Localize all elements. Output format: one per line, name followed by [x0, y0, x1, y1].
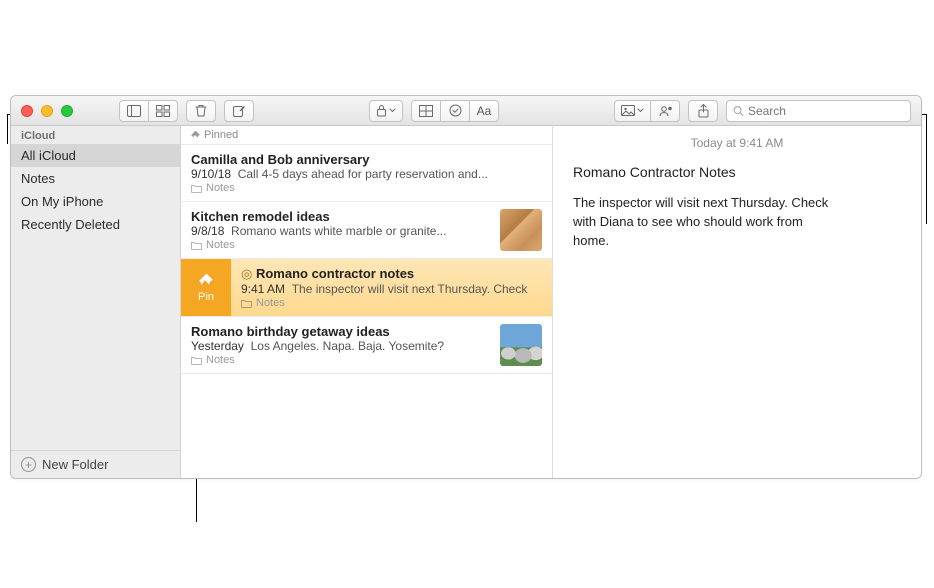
media-button[interactable]	[614, 100, 651, 122]
folder-icon	[241, 299, 252, 308]
lock-button[interactable]	[369, 100, 403, 122]
note-title: Romano contractor notes	[241, 266, 542, 282]
toggle-sidebar-button[interactable]	[119, 100, 149, 122]
notes-window: Aa	[10, 95, 922, 479]
pin-icon	[191, 131, 200, 140]
chevron-down-icon	[637, 108, 644, 113]
zoom-window-button[interactable]	[61, 105, 73, 117]
note-preview: 9/10/18 Call 4-5 days ahead for party re…	[191, 167, 542, 181]
lock-icon	[376, 104, 387, 117]
sidebar-item-on-my-iphone[interactable]: On My iPhone	[11, 190, 180, 213]
window-controls	[21, 105, 73, 117]
share-button[interactable]	[688, 100, 718, 122]
sidebar-item-all-icloud[interactable]: All iCloud	[11, 144, 180, 167]
pin-swipe-action[interactable]: Pin	[181, 259, 231, 316]
plus-circle-icon: +	[21, 457, 36, 472]
note-row-selected[interactable]: Pin Romano contractor notes 9:41 AM The …	[181, 259, 552, 317]
search-icon	[733, 105, 744, 117]
note-folder: Notes	[191, 182, 542, 194]
pin-icon	[198, 273, 214, 289]
note-list: Pinned Camilla and Bob anniversary 9/10/…	[181, 126, 553, 478]
pin-action-label: Pin	[198, 291, 214, 303]
close-window-button[interactable]	[21, 105, 33, 117]
note-title: Romano birthday getaway ideas	[191, 324, 490, 339]
format-text-icon: Aa	[477, 104, 492, 118]
format-button[interactable]: Aa	[469, 100, 499, 122]
note-detail: Today at 9:41 AM Romano Contractor Notes…	[553, 126, 921, 478]
delete-note-button[interactable]	[186, 100, 216, 122]
pinned-section-header: Pinned	[181, 126, 552, 145]
folder-icon	[191, 184, 202, 193]
note-preview: Yesterday Los Angeles. Napa. Baja. Yosem…	[191, 339, 490, 353]
sidebar-item-label: On My iPhone	[21, 194, 103, 209]
note-detail-title[interactable]: Romano Contractor Notes	[573, 164, 901, 180]
sidebar-item-label: Notes	[21, 171, 55, 186]
minimize-window-button[interactable]	[41, 105, 53, 117]
gallery-view-button[interactable]	[148, 100, 178, 122]
note-title: Kitchen remodel ideas	[191, 209, 490, 224]
note-folder: Notes	[191, 239, 490, 251]
new-folder-button[interactable]: + New Folder	[11, 450, 180, 478]
compose-icon	[233, 104, 246, 117]
note-row[interactable]: Kitchen remodel ideas 9/8/18 Romano want…	[181, 202, 552, 259]
new-folder-label: New Folder	[42, 457, 108, 472]
folder-icon	[191, 241, 202, 250]
note-title: Camilla and Bob anniversary	[191, 152, 542, 167]
chevron-down-icon	[389, 108, 396, 113]
sidebar-item-label: Recently Deleted	[21, 217, 120, 232]
grid-icon	[156, 105, 170, 117]
note-row[interactable]: Romano birthday getaway ideas Yesterday …	[181, 317, 552, 374]
sidebar-item-recently-deleted[interactable]: Recently Deleted	[11, 213, 180, 236]
note-timestamp: Today at 9:41 AM	[573, 136, 901, 150]
note-detail-body[interactable]: The inspector will visit next Thursday. …	[573, 194, 833, 251]
note-folder: Notes	[191, 354, 490, 366]
titlebar: Aa	[11, 96, 921, 126]
trash-icon	[195, 104, 207, 117]
search-field[interactable]	[726, 100, 911, 122]
collaborate-button[interactable]	[650, 100, 680, 122]
new-note-button[interactable]	[224, 100, 254, 122]
folder-icon	[191, 356, 202, 365]
note-preview: 9/8/18 Romano wants white marble or gran…	[191, 224, 490, 238]
sidebar-item-label: All iCloud	[21, 148, 76, 163]
note-row[interactable]: Camilla and Bob anniversary 9/10/18 Call…	[181, 145, 552, 202]
checklist-button[interactable]	[440, 100, 470, 122]
note-thumbnail	[500, 324, 542, 366]
table-icon	[419, 105, 433, 117]
note-thumbnail	[500, 209, 542, 251]
photo-icon	[621, 105, 635, 116]
checklist-icon	[449, 104, 462, 117]
sidebar: iCloud All iCloud Notes On My iPhone Rec…	[11, 126, 181, 478]
note-preview: 9:41 AM The inspector will visit next Th…	[241, 282, 542, 296]
add-people-icon	[658, 105, 673, 117]
sidebar-account-header: iCloud	[11, 126, 180, 144]
note-folder: Notes	[241, 297, 542, 309]
share-icon	[698, 104, 709, 118]
sidebar-item-notes[interactable]: Notes	[11, 167, 180, 190]
search-input[interactable]	[748, 104, 904, 118]
sidebar-icon	[127, 105, 141, 117]
table-button[interactable]	[411, 100, 441, 122]
pinned-label: Pinned	[204, 129, 238, 141]
